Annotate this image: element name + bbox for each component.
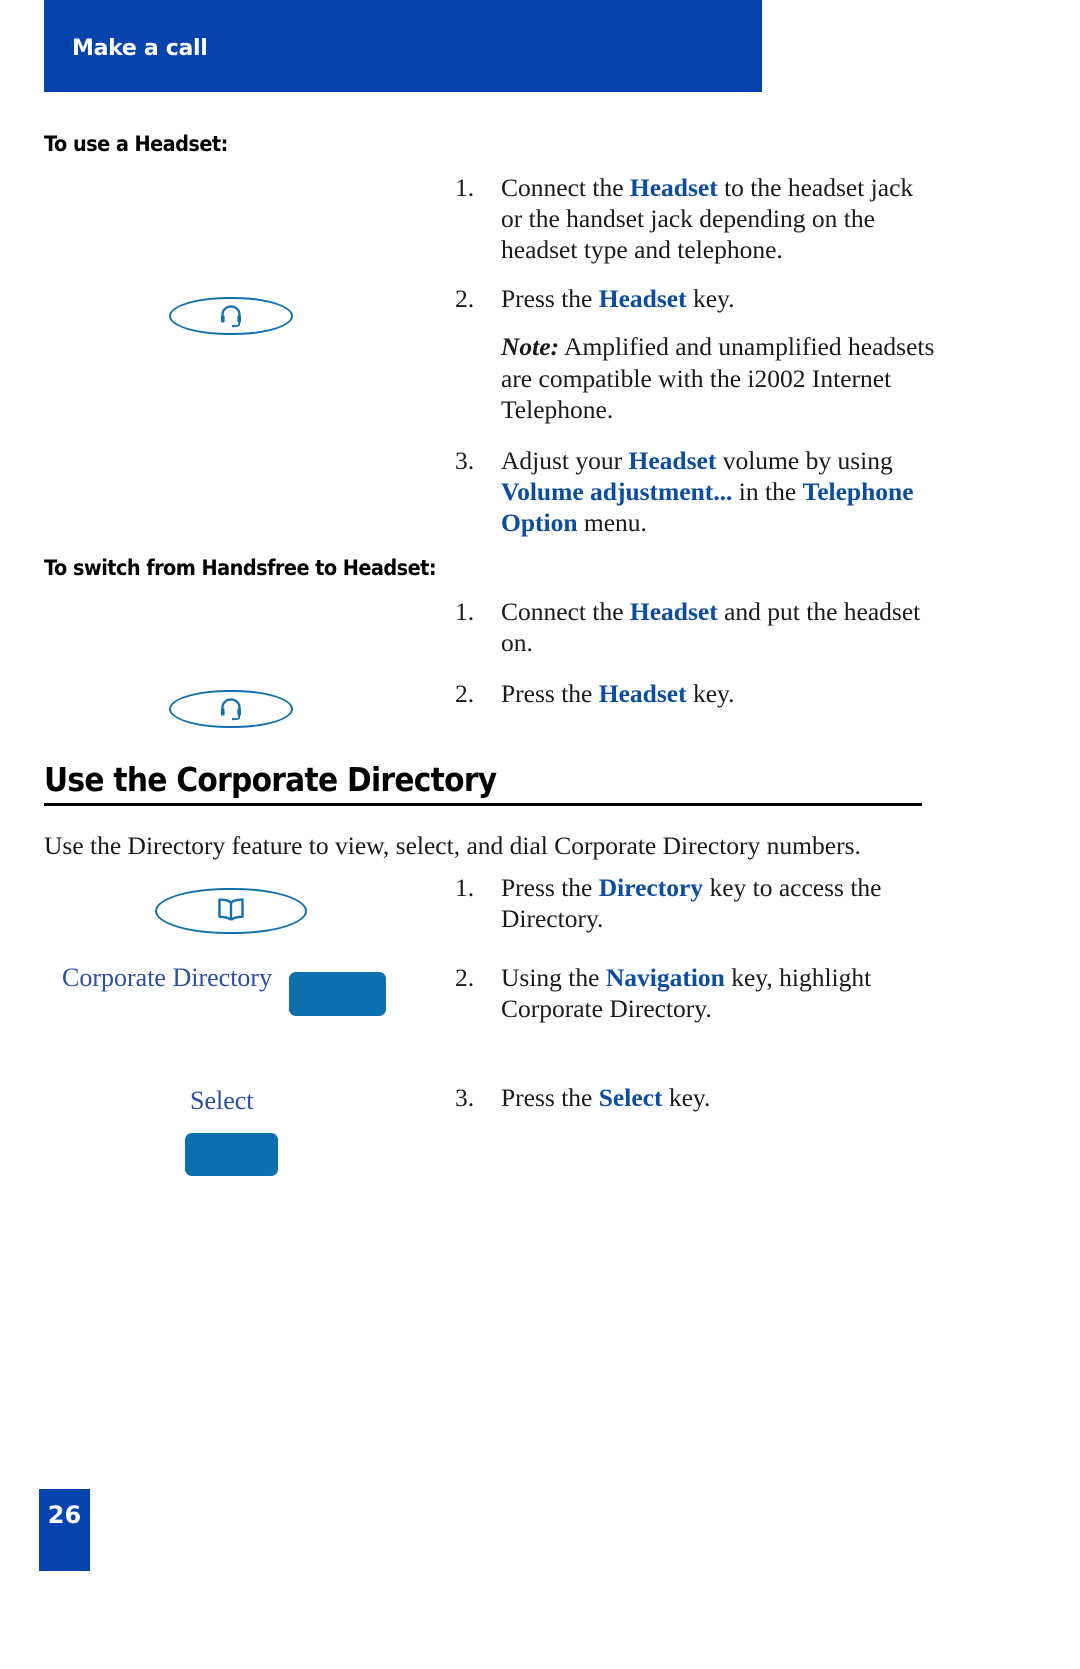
keyword-headset: Headset bbox=[628, 445, 717, 475]
subheading-to-use-a-headset: To use a Headset: bbox=[44, 132, 228, 156]
step-number: 1. bbox=[455, 597, 475, 626]
steps-list-directory: 1. Press the Directory key to access the… bbox=[455, 872, 935, 1142]
keyword-navigation: Navigation bbox=[605, 963, 725, 993]
step-text: Using the Navigation key, highlight Corp… bbox=[501, 962, 935, 1024]
step-number: 3. bbox=[455, 1083, 475, 1113]
step-number: 3. bbox=[455, 445, 475, 475]
note-label: Note: bbox=[501, 332, 560, 362]
keyword-headset: Headset bbox=[598, 284, 687, 314]
softkey-bar-select[interactable] bbox=[185, 1133, 278, 1176]
step-number: 1. bbox=[455, 173, 475, 202]
step-text: Press the Directory key to access the Di… bbox=[501, 872, 935, 934]
step-text-segment: Connect the bbox=[501, 597, 630, 626]
keyword-headset: Headset bbox=[629, 173, 718, 202]
display-label-corporate-directory: Corporate Directory bbox=[62, 963, 273, 992]
step-text: Connect the Headset and put the headset … bbox=[501, 596, 935, 658]
list-item: 1. Press the Directory key to access the… bbox=[455, 872, 935, 934]
step-text: Connect the Headset to the headset jack … bbox=[501, 172, 935, 265]
page-title: Use the Corporate Directory bbox=[44, 760, 497, 799]
note-block: Note: Amplified and unamplified headsets… bbox=[501, 331, 935, 424]
section-heading-block: Use the Corporate Directory bbox=[44, 760, 922, 806]
list-item: 3. Press the Select key. bbox=[455, 1082, 935, 1113]
keyword-volume-adjustment: Volume adjustment... bbox=[501, 476, 733, 506]
steps-list-handsfree: 1. Connect the Headset and put the heads… bbox=[455, 596, 935, 729]
keyword-headset: Headset bbox=[598, 679, 687, 709]
keyword-headset: Headset bbox=[629, 597, 718, 626]
softkey-bar-corporate-directory[interactable] bbox=[289, 972, 386, 1016]
list-item: 1. Connect the Headset and put the heads… bbox=[455, 596, 935, 658]
step-text-segment: Adjust your bbox=[501, 445, 629, 475]
step-text-segment: key. bbox=[686, 284, 735, 314]
step-text-segment: Press the bbox=[501, 873, 599, 902]
page-number-block: 26 bbox=[39, 1489, 90, 1571]
headset-icon bbox=[221, 305, 241, 328]
step-text-segment: volume by using bbox=[716, 445, 893, 475]
steps-list-headset: 1. Connect the Headset to the headset ja… bbox=[455, 172, 935, 558]
running-header-banner: Make a call bbox=[44, 0, 762, 92]
intro-paragraph: Use the Directory feature to view, selec… bbox=[44, 831, 861, 860]
step-text-segment: Connect the bbox=[501, 173, 630, 202]
step-text-segment: key. bbox=[686, 679, 735, 709]
step-text: Press the Headset key. bbox=[501, 678, 935, 709]
list-item: 1. Connect the Headset to the headset ja… bbox=[455, 172, 935, 265]
headset-key-button[interactable] bbox=[169, 690, 293, 728]
step-number: 2. bbox=[455, 963, 475, 993]
keyword-select: Select bbox=[598, 1083, 663, 1113]
subheading-to-switch-from-handsfree-to-headset: To switch from Handsfree to Headset: bbox=[44, 556, 437, 580]
list-item: 3. Adjust your Headset volume by using V… bbox=[455, 445, 935, 538]
step-text-segment: key. bbox=[662, 1083, 711, 1113]
step-text-segment: Press the bbox=[501, 679, 599, 709]
list-item: 2. Press the Headset key. bbox=[455, 283, 935, 314]
step-text-segment: Press the bbox=[501, 1083, 599, 1113]
running-header-title: Make a call bbox=[72, 36, 208, 61]
step-text-segment: Press the bbox=[501, 284, 599, 314]
step-number: 2. bbox=[455, 679, 475, 709]
headset-key-button[interactable] bbox=[169, 297, 293, 335]
page-number: 26 bbox=[47, 1501, 82, 1529]
step-text: Adjust your Headset volume by using Volu… bbox=[501, 445, 935, 538]
step-text-segment: menu. bbox=[577, 507, 647, 537]
step-number: 2. bbox=[455, 284, 475, 314]
headset-icon bbox=[221, 698, 241, 721]
horizontal-rule bbox=[44, 802, 922, 806]
step-number: 1. bbox=[455, 873, 475, 902]
directory-key-button[interactable] bbox=[155, 888, 307, 934]
step-text-segment: Using the bbox=[501, 963, 606, 993]
step-text: Press the Select key. bbox=[501, 1082, 935, 1113]
note-text: Amplified and unamplified headsets are c… bbox=[501, 332, 935, 424]
open-book-icon bbox=[218, 898, 244, 921]
step-text: Press the Headset key. bbox=[501, 283, 935, 314]
display-label-select: Select bbox=[190, 1086, 254, 1115]
keyword-directory: Directory bbox=[598, 873, 704, 902]
list-item: 2. Press the Headset key. bbox=[455, 678, 935, 709]
list-item: 2. Using the Navigation key, highlight C… bbox=[455, 962, 935, 1024]
step-text-segment: in the bbox=[732, 476, 803, 506]
